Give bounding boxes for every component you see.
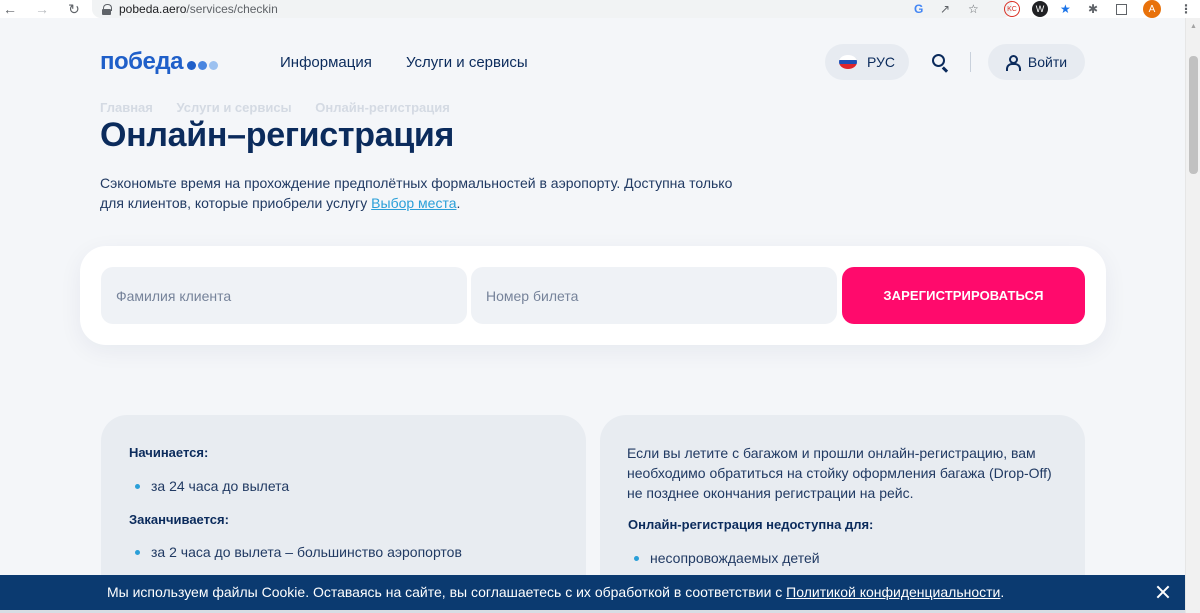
- blue-star-extension-icon[interactable]: ★: [1060, 0, 1071, 18]
- cookie-text-body: Мы используем файлы Cookie. Оставаясь на…: [107, 584, 787, 600]
- privacy-policy-link[interactable]: Политикой конфиденциальности: [786, 584, 1000, 600]
- nav-services[interactable]: Услуги и сервисы: [406, 54, 528, 71]
- logo-dot: [186, 60, 196, 70]
- checkin-timing-card: Начинается: за 24 часа до вылета Заканчи…: [101, 415, 586, 595]
- forward-arrow-icon[interactable]: →: [32, 0, 52, 18]
- intro-text-end: .: [456, 195, 461, 211]
- site-header: победа Информация Услуги и сервисы РУС В…: [0, 18, 1185, 115]
- unavailable-item: несопровождаемых детей: [634, 550, 820, 566]
- profile-avatar[interactable]: A: [1143, 0, 1161, 18]
- breadcrumb-item-services[interactable]: Услуги и сервисы: [177, 100, 292, 115]
- lock-icon: [102, 4, 112, 15]
- breadcrumb-item-home[interactable]: Главная: [100, 100, 153, 115]
- back-arrow-icon[interactable]: ←: [0, 0, 20, 18]
- breadcrumb: Главная Услуги и сервисы Онлайн-регистра…: [100, 100, 470, 115]
- starts-item: за 24 часа до вылета: [135, 478, 289, 494]
- ticket-number-input[interactable]: Номер билета: [471, 267, 837, 324]
- scroll-up-arrow-icon[interactable]: ▲: [1186, 18, 1200, 34]
- close-icon[interactable]: [1155, 584, 1171, 600]
- starts-heading: Начинается:: [129, 445, 209, 460]
- browser-menu-icon[interactable]: ⋮: [1180, 0, 1192, 18]
- surname-input[interactable]: Фамилия клиента: [101, 267, 467, 324]
- share-icon[interactable]: ↗: [940, 0, 950, 18]
- language-label: РУС: [866, 54, 896, 70]
- cookie-banner: Мы используем файлы Cookie. Оставаясь на…: [0, 575, 1185, 610]
- logo-dot: [197, 60, 207, 70]
- url-host: pobeda.aero: [119, 2, 187, 16]
- reload-icon[interactable]: ↻: [64, 0, 84, 18]
- header-divider: [970, 52, 971, 72]
- login-button[interactable]: Войти: [988, 44, 1085, 80]
- page-scrollbar[interactable]: ▲: [1185, 18, 1200, 613]
- kc-extension-icon[interactable]: KC: [1004, 1, 1020, 17]
- address-bar[interactable]: pobeda.aero/services/checkin: [92, 0, 1012, 18]
- side-panel-icon[interactable]: [1116, 4, 1127, 15]
- url-path: /services/checkin: [186, 2, 278, 16]
- baggage-info-card: Если вы летите с багажом и прошли онлайн…: [600, 415, 1085, 595]
- cookie-text: Мы используем файлы Cookie. Оставаясь на…: [107, 584, 1004, 600]
- baggage-paragraph: Если вы летите с багажом и прошли онлайн…: [627, 445, 1052, 501]
- pobeda-logo[interactable]: победа: [100, 48, 220, 76]
- browser-toolbar: ← → ↻ pobeda.aero/services/checkin G ↗ ☆…: [0, 0, 1200, 18]
- page-title: Онлайн–регистрация: [100, 116, 455, 154]
- logo-dots-icon: [186, 60, 220, 70]
- google-icon[interactable]: G: [914, 0, 923, 18]
- language-button[interactable]: РУС: [825, 44, 909, 80]
- login-label: Войти: [1027, 54, 1068, 70]
- ends-heading: Заканчивается:: [129, 512, 229, 527]
- checkin-form: Фамилия клиента Номер билета ЗАРЕГИСТРИР…: [80, 246, 1106, 345]
- intro-text: Сэкономьте время на прохождение предполё…: [100, 173, 740, 213]
- search-icon[interactable]: [928, 52, 950, 74]
- ends-item: за 2 часа до вылета – большинство аэропо…: [135, 544, 462, 560]
- user-icon: [1005, 55, 1021, 71]
- scrollbar-thumb[interactable]: [1189, 56, 1198, 174]
- logo-dot: [208, 60, 218, 70]
- seat-selection-link[interactable]: Выбор места: [371, 195, 456, 211]
- w-extension-icon[interactable]: W: [1032, 1, 1048, 17]
- register-button[interactable]: ЗАРЕГИСТРИРОВАТЬСЯ: [842, 267, 1085, 324]
- star-icon[interactable]: ☆: [968, 0, 979, 18]
- breadcrumb-item-current: Онлайн-регистрация: [315, 100, 450, 115]
- puzzle-icon[interactable]: ✱: [1088, 0, 1098, 18]
- logo-text: победа: [100, 48, 183, 75]
- cookie-text-end: .: [1000, 584, 1005, 600]
- unavailable-heading: Онлайн-регистрация недоступна для:: [628, 517, 874, 532]
- nav-information[interactable]: Информация: [280, 54, 372, 71]
- russia-flag-icon: [838, 55, 857, 69]
